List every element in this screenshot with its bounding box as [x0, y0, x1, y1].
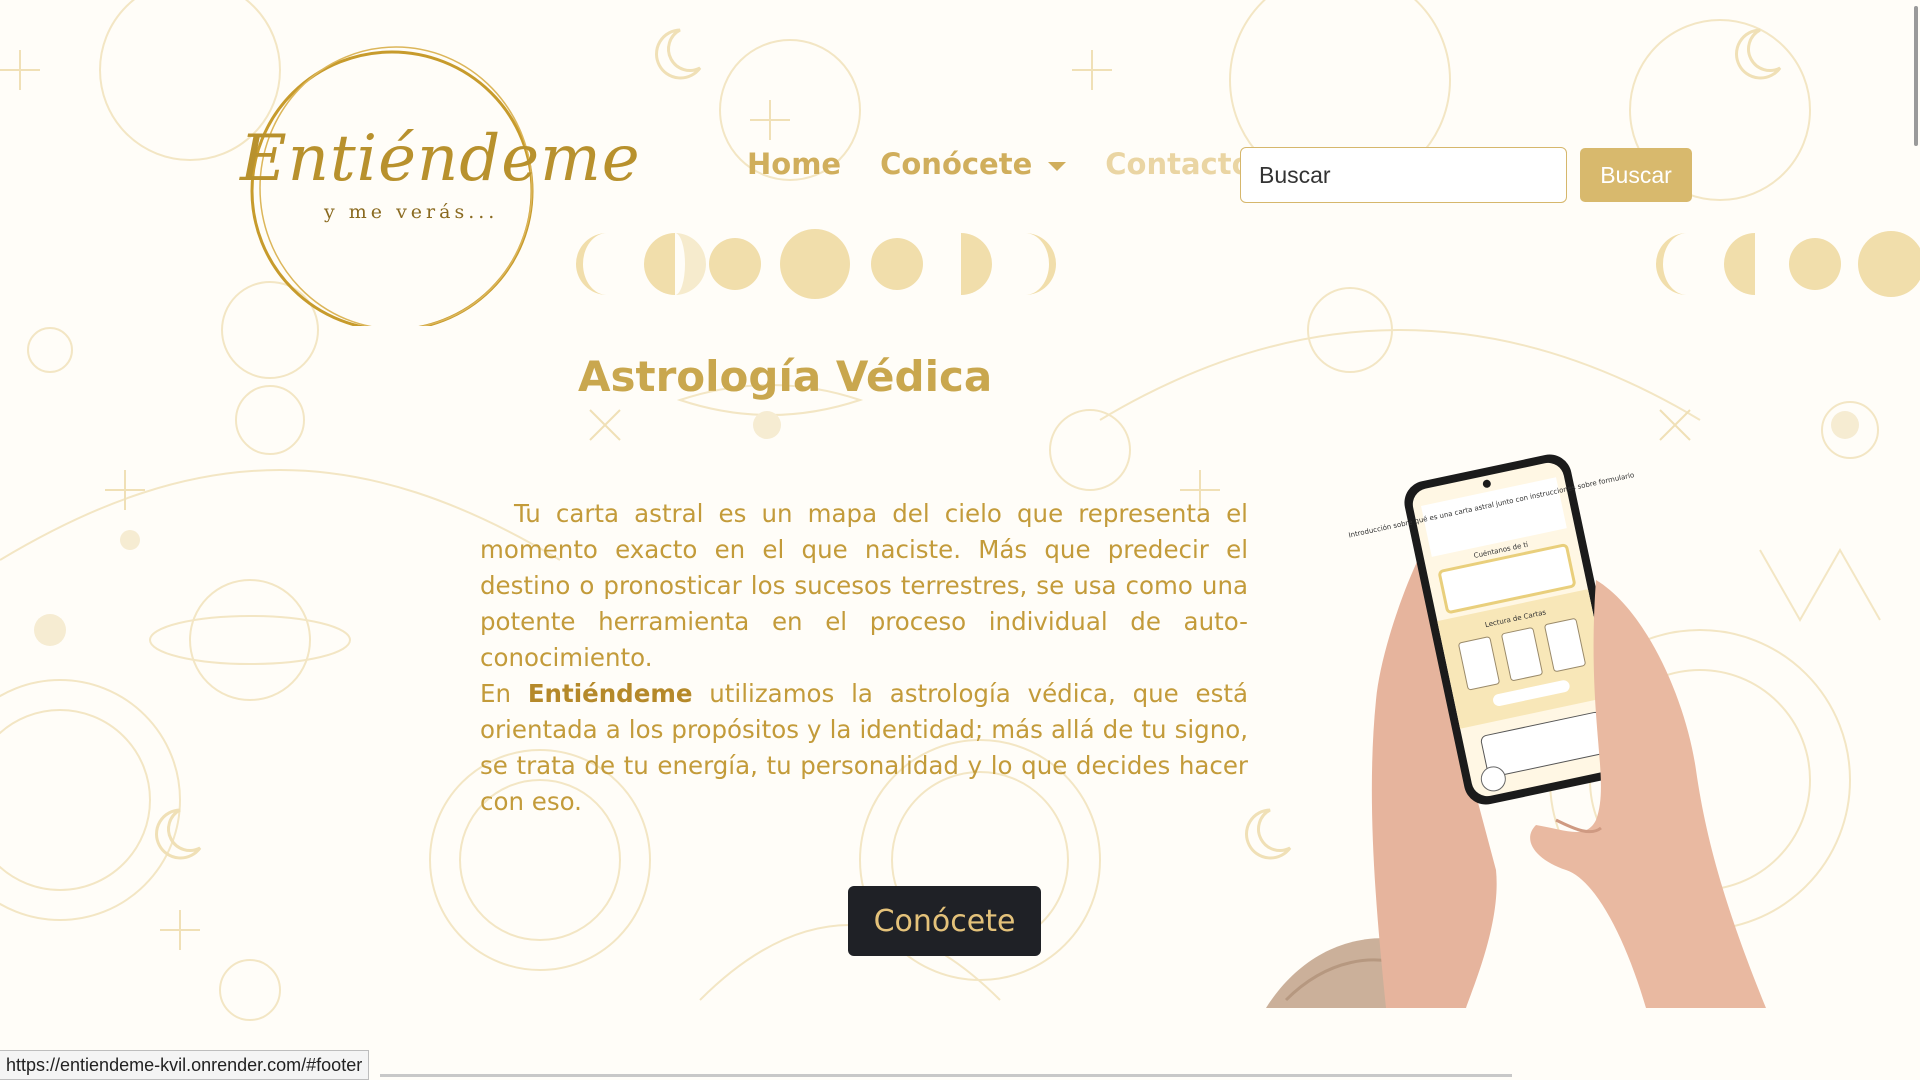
intro-text: Tu carta astral es un mapa del cielo que…: [480, 496, 1248, 820]
site-logo[interactable]: Entiéndeme y me verás...: [228, 26, 640, 326]
conocete-cta-button[interactable]: Conócete: [848, 886, 1041, 956]
search-input[interactable]: [1240, 147, 1567, 203]
intro-paragraph-2: En Entiéndeme utilizamos la astrología v…: [480, 676, 1248, 820]
nav-home[interactable]: Home: [747, 147, 841, 181]
logo-tagline: y me verás...: [324, 201, 499, 223]
nav-conocete-dropdown[interactable]: Conócete: [880, 147, 1067, 181]
search-button[interactable]: Buscar: [1580, 148, 1692, 202]
scrollbar-thumb[interactable]: [1914, 6, 1918, 146]
status-bar-divider: [380, 1074, 1512, 1077]
logo-wordmark: Entiéndeme: [240, 122, 641, 196]
moon-phases-decoration: [575, 229, 1057, 299]
phone-in-hands-image: Introducción sobre qué es una carta astr…: [1266, 454, 1766, 1008]
nav-conocete-label: Conócete: [880, 147, 1033, 181]
chevron-down-icon: [1048, 161, 1067, 171]
moon-phases-decoration-right: [1655, 231, 1920, 297]
intro-paragraph-1-text: Tu carta astral es un mapa del cielo que…: [480, 499, 1248, 672]
brand-name: Entiéndeme: [527, 679, 693, 708]
status-bar-url: https://entiendeme-kvil.onrender.com/#fo…: [0, 1050, 370, 1080]
intro-p2-prefix: En: [480, 679, 528, 708]
main-nav: Home Conócete Contacto: [747, 147, 1291, 181]
intro-paragraph-1: Tu carta astral es un mapa del cielo que…: [480, 496, 1248, 676]
nav-contacto[interactable]: Contacto: [1105, 147, 1251, 181]
page-scrollbar[interactable]: [1912, 0, 1920, 1080]
page-title: Astrología Védica: [578, 352, 993, 401]
